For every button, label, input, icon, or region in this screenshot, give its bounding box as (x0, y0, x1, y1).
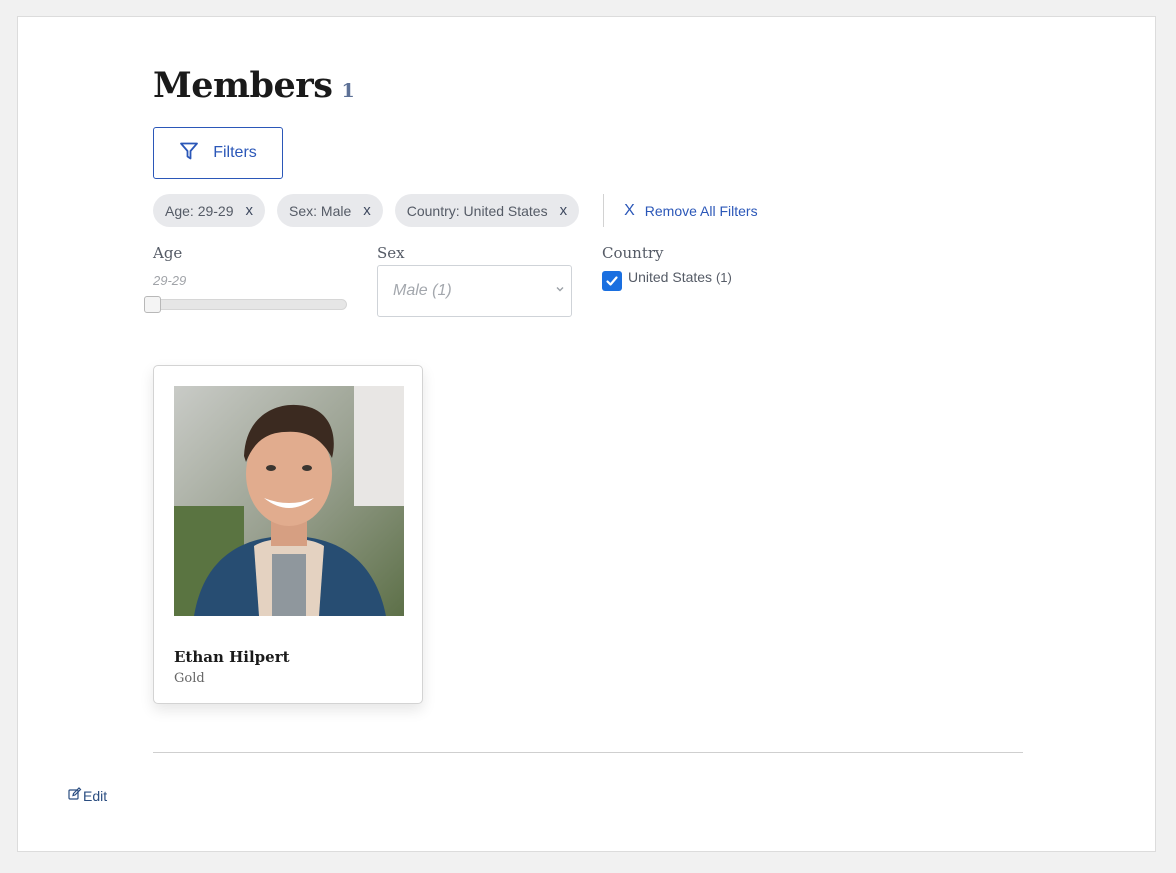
sex-facet-label: Sex (377, 244, 405, 262)
member-card[interactable]: Ethan Hilpert Gold (153, 365, 423, 704)
filter-chip-label: Sex: Male (289, 202, 352, 219)
sex-select[interactable]: Male (1) (377, 265, 572, 317)
content-divider (153, 752, 1023, 753)
edit-link[interactable]: Edit (68, 787, 107, 804)
filter-chip-label: Age: 29-29 (165, 202, 234, 219)
country-option-name: United States (628, 269, 713, 285)
close-icon: X (624, 201, 635, 219)
remove-filter-icon[interactable]: x (560, 202, 568, 219)
remove-filter-icon[interactable]: x (363, 202, 371, 219)
filter-chip-age[interactable]: Age: 29-29 x (153, 194, 265, 227)
country-option-label[interactable]: United States (1) (628, 269, 732, 285)
filters-button-label: Filters (213, 144, 257, 161)
checkmark-icon (606, 276, 618, 286)
chevron-down-icon (555, 283, 565, 297)
filter-chip-label: Country: United States (406, 202, 548, 219)
sex-select-value: Male (1) (393, 282, 452, 299)
member-photo[interactable] (174, 386, 404, 616)
member-count: 1 (341, 80, 355, 102)
title-row: Members 1 (153, 65, 355, 106)
page-title: Members (153, 65, 333, 106)
filters-button[interactable]: Filters (153, 127, 283, 179)
filter-icon (179, 141, 199, 166)
edit-label: Edit (83, 787, 108, 804)
remove-all-filters-link[interactable]: X Remove All Filters (624, 202, 757, 220)
filter-chip-country[interactable]: Country: United States x (394, 194, 580, 227)
filter-chip-sex[interactable]: Sex: Male x (277, 194, 383, 227)
edit-icon (68, 787, 83, 804)
age-range-value: 29-29 (153, 273, 187, 288)
member-name[interactable]: Ethan Hilpert (174, 648, 290, 666)
member-level: Gold (174, 671, 205, 686)
remove-filter-icon[interactable]: x (246, 202, 254, 219)
chips-divider (603, 194, 605, 227)
active-filters: Age: 29-29 x Sex: Male x Country: United… (153, 194, 758, 227)
remove-all-label: Remove All Filters (644, 202, 758, 219)
country-checkbox[interactable] (602, 271, 622, 291)
age-slider-handle[interactable] (144, 296, 161, 313)
country-option-count: (1) (715, 270, 732, 285)
country-facet-label: Country (602, 244, 664, 262)
age-facet-label: Age (153, 244, 183, 262)
age-slider-track[interactable] (153, 299, 347, 310)
page-container: Members 1 Filters Age: 29-29 x Sex: Male… (17, 16, 1156, 852)
